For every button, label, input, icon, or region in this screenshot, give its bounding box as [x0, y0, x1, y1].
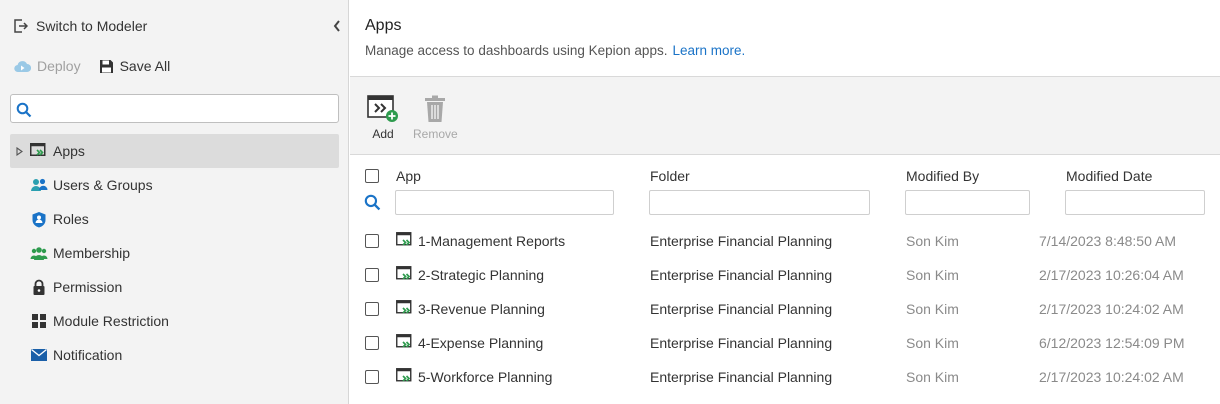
app-icon: [30, 142, 48, 160]
sidebar-item-label: Apps: [53, 143, 85, 159]
column-header-modified-by[interactable]: Modified By: [906, 168, 979, 184]
sidebar-nav: Apps Users & Groups Roles Membership Per…: [10, 134, 339, 372]
modified-by: Son Kim: [906, 335, 959, 351]
row-checkbox[interactable]: [365, 370, 379, 384]
sidebar-item-label: Permission: [53, 279, 123, 295]
users-groups-icon: [30, 176, 48, 194]
folder-name: Enterprise Financial Planning: [650, 233, 833, 249]
app-filter-input[interactable]: [395, 190, 614, 215]
app-icon: [396, 368, 412, 382]
modified-date-filter-input[interactable]: [1065, 190, 1205, 215]
collapse-sidebar-icon[interactable]: [332, 19, 342, 33]
switch-to-modeler-button[interactable]: Switch to Modeler: [14, 16, 147, 36]
grid-icon: [30, 312, 48, 330]
select-all-checkbox[interactable]: [365, 169, 379, 183]
sidebar-item-permission[interactable]: Permission: [10, 270, 339, 304]
floppy-disk-icon: [99, 59, 113, 73]
modified-by: Son Kim: [906, 233, 959, 249]
app-icon: [396, 300, 412, 314]
modified-by: Son Kim: [906, 267, 959, 283]
filter-search-icon: [364, 194, 381, 211]
role-shield-icon: [30, 210, 48, 228]
app-icon: [396, 232, 412, 246]
modified-by: Son Kim: [906, 369, 959, 385]
modified-by-filter-input[interactable]: [905, 190, 1030, 215]
switch-to-modeler-label: Switch to Modeler: [36, 18, 148, 34]
search-icon: [16, 102, 32, 118]
switch-icon: [14, 19, 28, 33]
remove-app-button[interactable]: Remove: [413, 95, 458, 141]
modified-date: 2/17/2023 10:24:02 AM: [1039, 369, 1184, 385]
table-row[interactable]: 1-Management Reports Enterprise Financia…: [350, 225, 1220, 259]
sidebar-item-label: Membership: [53, 245, 131, 261]
sidebar-search-input[interactable]: [37, 98, 333, 119]
cloud-deploy-icon: [14, 61, 31, 73]
main-panel: Apps Manage access to dashboards using K…: [350, 0, 1220, 404]
table-row[interactable]: 2-Strategic Planning Enterprise Financia…: [350, 259, 1220, 293]
save-all-label: Save All: [119, 58, 171, 74]
learn-more-link[interactable]: Learn more.: [672, 43, 745, 58]
app-icon: [396, 266, 412, 280]
deploy-label: Deploy: [37, 58, 81, 74]
app-name[interactable]: 3-Revenue Planning: [418, 301, 545, 317]
column-header-modified-date[interactable]: Modified Date: [1066, 168, 1152, 184]
sidebar-toolbar: Deploy Save All: [14, 58, 170, 74]
modified-date: 2/17/2023 10:26:04 AM: [1039, 267, 1184, 283]
sidebar-item-notification[interactable]: Notification: [10, 338, 339, 372]
folder-name: Enterprise Financial Planning: [650, 301, 833, 317]
sidebar-item-label: Users & Groups: [53, 177, 153, 193]
sidebar-item-label: Module Restriction: [53, 313, 169, 329]
table-row[interactable]: 4-Expense Planning Enterprise Financial …: [350, 327, 1220, 361]
deploy-button[interactable]: Deploy: [14, 58, 81, 74]
modified-date: 7/14/2023 8:48:50 AM: [1039, 233, 1176, 249]
folder-name: Enterprise Financial Planning: [650, 335, 833, 351]
sidebar-search: [10, 94, 339, 123]
app-name[interactable]: 2-Strategic Planning: [418, 267, 544, 283]
sidebar: Switch to Modeler Deploy Save All Apps U…: [0, 0, 349, 404]
sidebar-item-membership[interactable]: Membership: [10, 236, 339, 270]
folder-name: Enterprise Financial Planning: [650, 267, 833, 283]
sidebar-item-apps[interactable]: Apps: [10, 134, 339, 168]
folder-filter-input[interactable]: [649, 190, 870, 215]
row-checkbox[interactable]: [365, 234, 379, 248]
app-name[interactable]: 1-Management Reports: [418, 233, 565, 249]
trash-icon: [425, 95, 446, 122]
subtitle-text: Manage access to dashboards using Kepion…: [365, 43, 668, 58]
table-row[interactable]: 3-Revenue Planning Enterprise Financial …: [350, 293, 1220, 327]
column-header-app[interactable]: App: [396, 168, 421, 184]
sidebar-item-users-groups[interactable]: Users & Groups: [10, 168, 339, 202]
remove-label: Remove: [413, 127, 458, 141]
modified-date: 2/17/2023 10:24:02 AM: [1039, 301, 1184, 317]
save-all-button[interactable]: Save All: [99, 58, 171, 74]
add-app-icon: [367, 95, 398, 122]
folder-name: Enterprise Financial Planning: [650, 369, 833, 385]
page-title: Apps: [365, 17, 402, 34]
modified-date: 6/12/2023 12:54:09 PM: [1039, 335, 1185, 351]
sidebar-item-module-restriction[interactable]: Module Restriction: [10, 304, 339, 338]
table-row[interactable]: 5-Workforce Planning Enterprise Financia…: [350, 361, 1220, 395]
row-checkbox[interactable]: [365, 302, 379, 316]
modified-by: Son Kim: [906, 301, 959, 317]
sidebar-item-label: Notification: [53, 347, 123, 363]
page-subtitle: Manage access to dashboards using Kepion…: [365, 43, 745, 58]
sidebar-item-label: Roles: [53, 211, 89, 227]
action-bar: Add Remove: [350, 76, 1220, 155]
add-app-button[interactable]: Add: [367, 95, 399, 141]
sidebar-item-roles[interactable]: Roles: [10, 202, 339, 236]
app-name[interactable]: 5-Workforce Planning: [418, 369, 552, 385]
row-checkbox[interactable]: [365, 336, 379, 350]
envelope-icon: [30, 346, 48, 364]
lock-icon: [30, 278, 48, 296]
row-checkbox[interactable]: [365, 268, 379, 282]
app-name[interactable]: 4-Expense Planning: [418, 335, 543, 351]
add-label: Add: [372, 127, 394, 141]
expand-arrow-icon[interactable]: [16, 147, 23, 156]
column-header-folder[interactable]: Folder: [650, 168, 690, 184]
membership-icon: [30, 244, 48, 262]
app-icon: [396, 334, 412, 348]
